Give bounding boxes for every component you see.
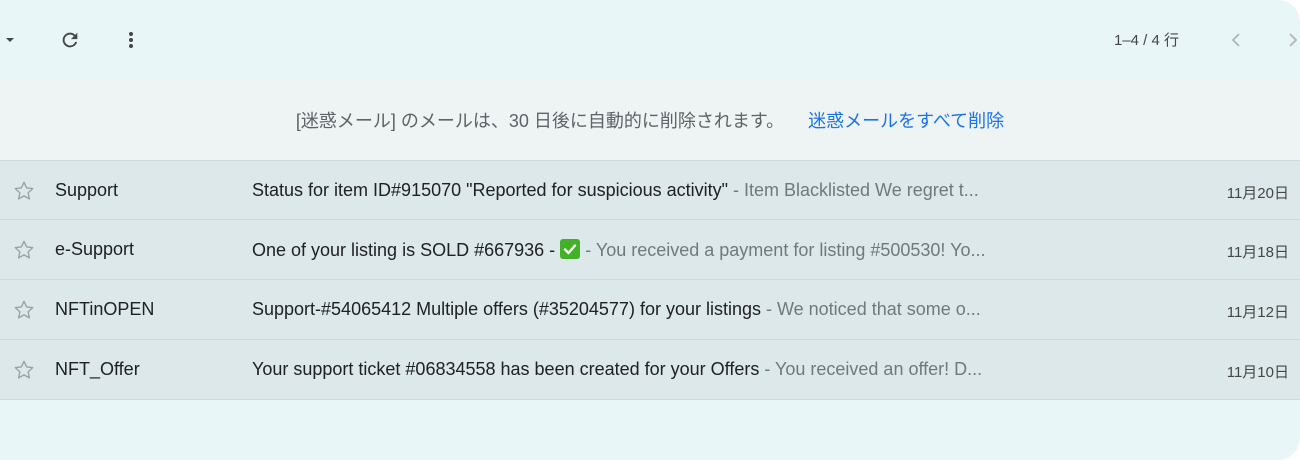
chevron-left-icon[interactable] — [1223, 27, 1249, 53]
email-content: Status for item ID#915070 "Reported for … — [252, 180, 1142, 201]
star-icon[interactable] — [13, 239, 35, 261]
spam-banner: [迷惑メール] のメールは、30 日後に自動的に削除されます。 迷惑メールをすべ… — [0, 80, 1300, 160]
email-content: One of your listing is SOLD #667936 - - … — [252, 239, 1142, 261]
email-subject: One of your listing is SOLD #667936 - — [252, 240, 556, 260]
email-row[interactable]: Support Status for item ID#915070 "Repor… — [0, 160, 1300, 220]
separator: - — [759, 359, 776, 379]
email-subject: Status for item ID#915070 "Reported for … — [252, 180, 729, 200]
email-sender: Support — [55, 180, 119, 200]
email-date: 11月20日 — [1226, 185, 1289, 202]
pagination-count: 1–4 / 4 行 — [1113, 32, 1179, 49]
email-snippet: We noticed that some o... — [776, 299, 981, 319]
email-snippet: Item Blacklisted We regret t... — [744, 180, 979, 200]
check-mark-icon — [560, 239, 581, 259]
more-options-icon[interactable] — [118, 26, 144, 54]
refresh-icon[interactable] — [56, 26, 84, 54]
star-icon[interactable] — [13, 359, 35, 381]
toolbar: 1–4 / 4 行 — [0, 0, 1300, 80]
spam-banner-text: [迷惑メール] のメールは、30 日後に自動的に削除されます。 — [295, 111, 785, 131]
email-sender: NFTinOPEN — [55, 299, 155, 319]
separator: - — [580, 240, 596, 260]
mail-panel: 1–4 / 4 行 [迷惑メール] のメールは、30 日後に自動的に削除されます… — [0, 0, 1300, 460]
email-content: Your support ticket #06834558 has been c… — [252, 359, 1142, 380]
email-list: Support Status for item ID#915070 "Repor… — [0, 160, 1300, 400]
email-date: 11月18日 — [1226, 244, 1289, 261]
email-date: 11月10日 — [1226, 364, 1289, 381]
email-snippet: You received a payment for listing #5005… — [595, 240, 986, 260]
email-date: 11月12日 — [1226, 304, 1289, 321]
email-subject: Your support ticket #06834558 has been c… — [252, 359, 760, 379]
email-sender: NFT_Offer — [55, 359, 140, 379]
separator: - — [760, 299, 777, 319]
email-subject: Support-#54065412 Multiple offers (#3520… — [252, 299, 761, 319]
star-icon[interactable] — [13, 299, 35, 321]
separator: - — [728, 180, 745, 200]
email-row[interactable]: NFTinOPEN Support-#54065412 Multiple off… — [0, 280, 1300, 340]
star-icon[interactable] — [13, 180, 35, 202]
delete-all-spam-link[interactable]: 迷惑メールをすべて削除 — [808, 107, 1004, 133]
chevron-right-icon[interactable] — [1280, 27, 1300, 53]
email-row[interactable]: NFT_Offer Your support ticket #06834558 … — [0, 340, 1300, 400]
email-snippet: You received an offer! D... — [775, 359, 983, 379]
email-sender: e-Support — [55, 239, 135, 259]
email-content: Support-#54065412 Multiple offers (#3520… — [252, 299, 1142, 320]
email-row[interactable]: e-Support One of your listing is SOLD #6… — [0, 220, 1300, 280]
select-dropdown-icon[interactable] — [2, 30, 18, 50]
